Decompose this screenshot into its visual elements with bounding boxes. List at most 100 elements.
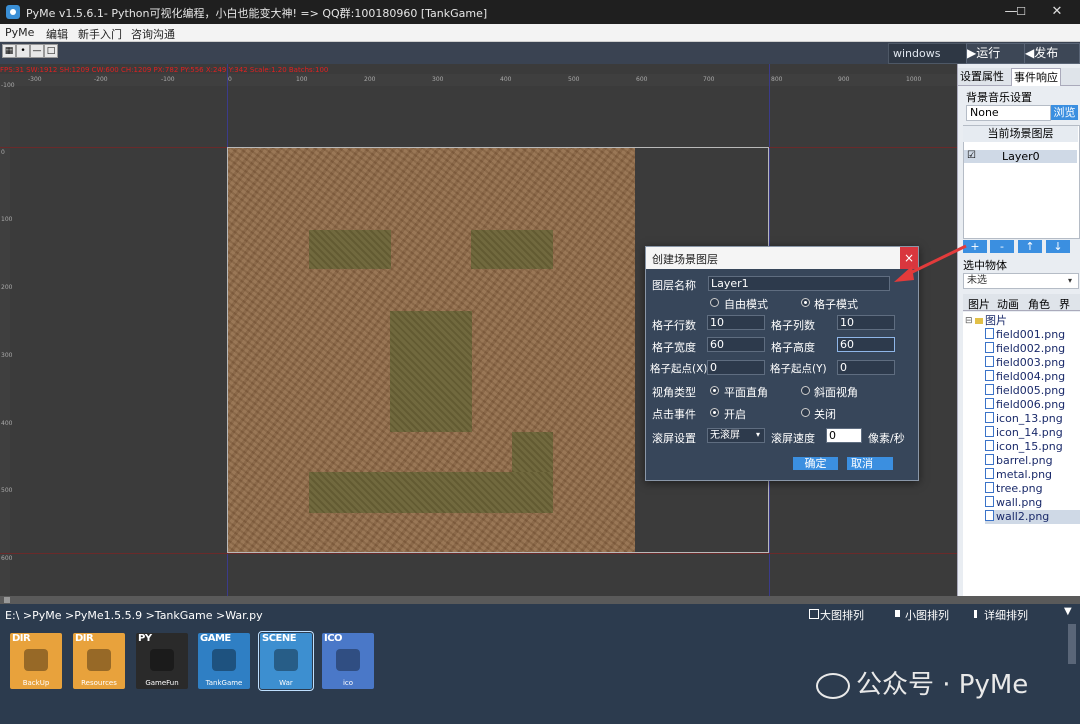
menu-pyme[interactable]: PyMe xyxy=(5,26,34,39)
free-mode-radio[interactable] xyxy=(710,298,719,307)
tree-file-item[interactable]: metal.png xyxy=(985,468,1080,482)
image-file-icon xyxy=(985,468,994,479)
dialog-header: 创建场景图层 xyxy=(646,247,918,269)
y-tick-label: 0 xyxy=(1,149,5,156)
tree-file-item[interactable]: field005.png xyxy=(985,384,1080,398)
grid-view-icon[interactable]: ▦ xyxy=(2,44,16,58)
cancel-button[interactable]: 取消 xyxy=(847,457,893,470)
y-tick-label: 400 xyxy=(1,420,13,427)
view-iso-radio[interactable] xyxy=(801,386,810,395)
file-thumbnail[interactable]: DIR BackUp xyxy=(10,633,62,689)
watermark: 公众号 · PyMe xyxy=(816,664,1028,701)
view-large-button[interactable]: 大图排列 xyxy=(820,607,864,623)
tree-file-item[interactable]: tree.png xyxy=(985,482,1080,496)
file-name: field001.png xyxy=(996,328,1066,341)
grid-cols-input[interactable]: 10 xyxy=(837,315,895,330)
tree-file-item[interactable]: field006.png xyxy=(985,398,1080,412)
tab-images[interactable]: 图片 xyxy=(968,296,990,312)
click-on-radio[interactable] xyxy=(710,408,719,417)
tree-file-item[interactable]: icon_14.png xyxy=(985,426,1080,440)
folder-icon xyxy=(975,318,983,324)
menu-edit[interactable]: 编辑 xyxy=(46,26,68,42)
tab-animations[interactable]: 动画 xyxy=(997,296,1019,312)
remove-layer-button[interactable]: - xyxy=(990,240,1014,253)
x-tick-label: 1000 xyxy=(906,76,922,83)
grid-start-x-input[interactable]: 0 xyxy=(707,360,765,375)
click-off-radio[interactable] xyxy=(801,408,810,417)
breadcrumb: E:\ >PyMe >PyMe1.5.5.9 >TankGame >War.py xyxy=(5,609,263,622)
file-name: wall2.png xyxy=(996,510,1050,523)
menu-beginner[interactable]: 新手入门 xyxy=(78,26,122,42)
file-thumbnail[interactable]: PY GameFun xyxy=(136,633,188,689)
publish-button[interactable]: ◀发布 xyxy=(1024,43,1080,64)
thumbnail-tag: SCENE xyxy=(262,633,297,644)
file-name: field005.png xyxy=(996,384,1066,397)
file-name: wall.png xyxy=(996,496,1043,509)
ok-button[interactable]: 确定 xyxy=(793,457,838,470)
point-tool-icon[interactable]: • xyxy=(16,44,30,58)
click-event-label: 点击事件 xyxy=(652,408,696,421)
grid-cols-label: 格子列数 xyxy=(771,319,815,332)
bgm-input[interactable]: None xyxy=(966,105,1051,121)
wechat-icon xyxy=(816,672,850,699)
tree-file-item[interactable]: field003.png xyxy=(985,356,1080,370)
tab-characters[interactable]: 角色 xyxy=(1028,296,1050,312)
detail-list-icon xyxy=(974,610,977,618)
tree-file-item[interactable]: field002.png xyxy=(985,342,1080,356)
large-grid-icon xyxy=(809,609,819,619)
view-flat-radio[interactable] xyxy=(710,386,719,395)
create-layer-dialog: 创建场景图层 × 图层名称 Layer1 自由模式 格子模式 格子行数 10 格… xyxy=(645,246,919,481)
layer-name-label: 图层名称 xyxy=(652,279,696,292)
run-button[interactable]: ▶运行 xyxy=(966,43,1026,64)
tree-file-item[interactable]: field001.png xyxy=(985,328,1080,342)
thumbnail-caption: Resources xyxy=(81,679,117,687)
grid-start-y-input[interactable]: 0 xyxy=(837,360,895,375)
tree-file-item[interactable]: field004.png xyxy=(985,370,1080,384)
file-thumbnail[interactable]: ICO ico xyxy=(322,633,374,689)
tree-file-item[interactable]: icon_15.png xyxy=(985,440,1080,454)
file-thumbnail[interactable]: GAME TankGame xyxy=(198,633,250,689)
tree-file-item[interactable]: barrel.png xyxy=(985,454,1080,468)
image-file-icon xyxy=(985,454,994,465)
vertical-scrollbar[interactable] xyxy=(1068,624,1076,664)
platform-select[interactable]: windows xyxy=(888,43,970,64)
horizontal-scrollbar[interactable] xyxy=(0,596,1080,604)
scroll-speed-input[interactable]: 0 xyxy=(826,428,862,443)
x-tick-label: 800 xyxy=(771,76,783,83)
tree-root-images[interactable]: 图片 xyxy=(985,314,1007,328)
tab-properties[interactable]: 设置属性 xyxy=(960,68,1004,85)
collapse-icon[interactable]: ▼ xyxy=(1064,606,1072,617)
tree-expand-icon[interactable]: ⊟ xyxy=(965,316,973,326)
grid-height-label: 格子高度 xyxy=(771,341,815,354)
browse-button[interactable]: 浏览 xyxy=(1051,105,1078,120)
scroll-left-icon[interactable] xyxy=(4,597,10,603)
line-tool-icon[interactable]: — xyxy=(30,44,44,58)
grid-width-input[interactable]: 60 xyxy=(707,337,765,352)
thumbnail-caption: War xyxy=(279,679,293,687)
rect-tool-icon[interactable]: □ xyxy=(44,44,58,58)
tree-file-item[interactable]: wall.png xyxy=(985,496,1080,510)
grid-mode-radio[interactable] xyxy=(801,298,810,307)
grid-rows-input[interactable]: 10 xyxy=(707,315,765,330)
x-tick-label: 700 xyxy=(703,76,715,83)
view-small-button[interactable]: 小图排列 xyxy=(905,607,949,623)
tab-events[interactable]: 事件响应 xyxy=(1011,68,1061,86)
selected-object-select[interactable]: 未选 xyxy=(963,273,1079,289)
tree-file-item[interactable]: wall2.png xyxy=(985,510,1080,524)
file-thumbnail[interactable]: SCENE War xyxy=(258,631,314,691)
image-file-icon xyxy=(985,426,994,437)
file-thumbnail[interactable]: DIR Resources xyxy=(73,633,125,689)
chevron-down-icon: ▾ xyxy=(756,430,761,439)
grid-height-input[interactable]: 60 xyxy=(837,337,895,352)
file-name: icon_14.png xyxy=(996,426,1063,439)
tree-file-item[interactable]: icon_13.png xyxy=(985,412,1080,426)
close-window-button[interactable]: ✕ xyxy=(1034,0,1080,24)
view-detail-button[interactable]: 详细排列 xyxy=(984,607,1028,623)
click-on-label: 开启 xyxy=(724,408,746,421)
menu-consult[interactable]: 咨询沟通 xyxy=(131,26,175,42)
layer-name-input[interactable]: Layer1 xyxy=(708,276,890,291)
move-layer-down-button[interactable]: ↓ xyxy=(1046,240,1070,253)
image-file-icon xyxy=(985,440,994,451)
move-layer-up-button[interactable]: ↑ xyxy=(1018,240,1042,253)
layer-visible-checkbox[interactable]: ☑ xyxy=(967,150,976,161)
